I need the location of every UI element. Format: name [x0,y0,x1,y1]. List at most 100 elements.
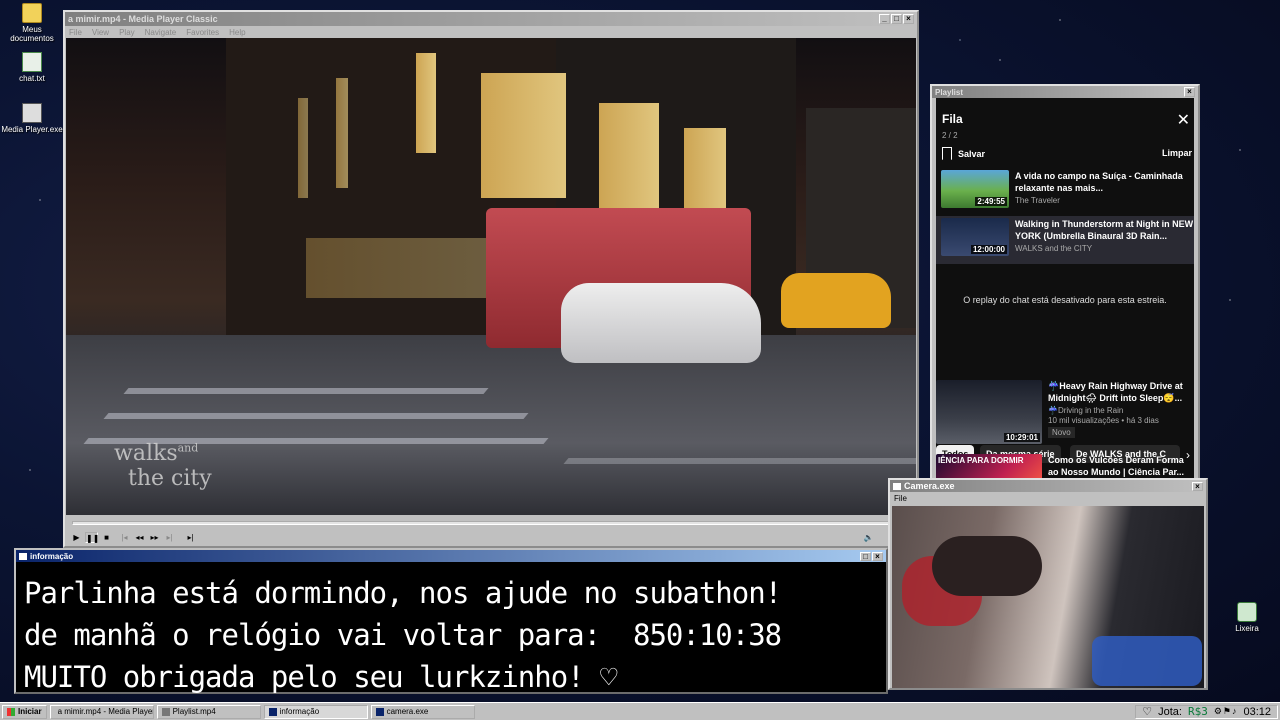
item-title: Walking in Thunderstorm at Night in NEW … [1015,219,1194,241]
menu-view[interactable]: View [92,28,109,37]
frame-step-button[interactable]: ▸| [184,532,197,543]
media-player-titlebar[interactable]: a mimir.mp4 - Media Player Classic _ □ × [65,12,917,26]
system-tray: ♡ Jota: R$3 ⚙⚑♪ 03:12 [1135,704,1278,719]
item-channel: ☔Driving in the Rain [1048,406,1124,415]
save-button[interactable]: Salvar [942,147,985,160]
video-thumbnail: 12:00:00 [941,218,1009,256]
tray-icons[interactable]: ⚙⚑♪ [1214,706,1238,717]
window-icon [19,552,27,560]
menu-play[interactable]: Play [119,28,135,37]
media-player-icon [22,103,42,123]
info-titlebar[interactable]: informação □ × [16,550,886,562]
rewind-button[interactable]: ◂◂ [133,532,146,543]
volume-icon[interactable]: 🔈 [862,532,875,543]
menu-navigate[interactable]: Navigate [145,28,177,37]
media-player-icon [161,707,170,716]
task-label: camera.exe [386,707,429,716]
item-title: ☔Heavy Rain Highway Drive at Midnight🌧 D… [1048,381,1183,403]
camera-titlebar[interactable]: Camera.exe × [890,480,1206,492]
start-button[interactable]: Iniciar [2,704,47,719]
windows-logo-icon [7,707,15,716]
fast-forward-button[interactable]: ▸▸ [148,532,161,543]
task-camera[interactable]: camera.exe [370,704,475,719]
camera-feed [892,506,1204,688]
prev-button[interactable]: |◂ [118,532,131,543]
task-info[interactable]: informação [263,704,368,719]
item-channel: WALKS and the CITY [1015,244,1093,253]
desktop-icon-label: Meus documentos [10,25,54,43]
heart-icon: ♡ [1142,706,1153,718]
close-button[interactable]: × [1184,87,1195,97]
menu-favorites[interactable]: Favorites [186,28,219,37]
menu-help[interactable]: Help [229,28,245,37]
save-label: Salvar [958,148,986,159]
info-window: informação □ × Parlinha está dormindo, no… [14,548,888,694]
tray-label: Jota: [1158,705,1182,718]
window-title: a mimir.mp4 - Media Player Classic [68,14,218,24]
maximize-button[interactable]: □ [891,14,902,24]
desktop-icon-label: chat.txt [19,74,45,83]
play-button[interactable]: ▶ [70,532,83,543]
item-title: Como os Vulcões Deram Forma ao Nosso Mun… [1048,455,1185,477]
task-label: a mimir.mp4 - Media Player... [57,707,154,716]
clock: 03:12 [1243,705,1271,718]
chat-disabled-notice: O replay do chat está desativado para es… [963,295,1167,305]
info-message: Parlinha está dormindo, nos ajude no sub… [24,572,782,698]
info-line-3: MUITO obrigada pelo seu lurkzinho! ♡ [24,660,618,694]
video-thumbnail: IÊNCIA PARA DORMIR [936,454,1042,478]
item-title: A vida no campo na Suíça - Caminhada rel… [1015,171,1183,193]
queue-panel: Fila ✕ 2 / 2 Salvar Limpar 2:49:55 A vid… [936,98,1194,478]
desktop-icon-media-player[interactable]: Media Player.exe [0,103,64,134]
info-line-1: Parlinha está dormindo, nos ajude no sub… [24,576,782,610]
task-label: Playlist.mp4 [172,707,216,716]
bookmark-icon [942,147,952,160]
menu-bar: File [890,492,1206,504]
recycle-bin-icon [1237,602,1257,622]
queue-close-icon[interactable]: ✕ [1177,113,1190,129]
task-label: informação [279,707,320,716]
duration-badge: 12:00:00 [970,245,1007,254]
desktop-icon-my-documents[interactable]: Meus documentos [0,3,64,43]
queue-header: Fila [942,112,963,126]
window-icon [268,707,277,716]
thumbnail-text: IÊNCIA PARA DORMIR [938,456,1024,465]
video-thumbnail: 2:49:55 [941,170,1009,208]
desktop-icon-recycle-bin[interactable]: Lixeira [1215,602,1279,633]
menu-file[interactable]: File [894,494,907,503]
video-thumbnail: 10:29:01 [936,380,1042,444]
menu-file[interactable]: File [69,28,82,37]
minimize-button[interactable]: _ [879,14,890,24]
seek-bar[interactable] [72,521,910,525]
duration-badge: 10:29:01 [1003,433,1040,442]
video-frame[interactable]: walksand the city [66,38,916,515]
stop-button[interactable]: ■ [100,532,113,543]
taskbar: Iniciar a mimir.mp4 - Media Player... Pl… [0,702,1280,720]
window-icon [375,707,384,716]
desktop-icon-label: Lixeira [1235,624,1259,633]
recommendation-item[interactable]: IÊNCIA PARA DORMIR Como os Vulcões Deram… [936,454,1194,478]
close-button[interactable]: × [872,551,883,561]
pause-button[interactable]: ❚❚ [85,532,99,543]
queue-count: 2 / 2 [942,131,958,140]
queue-item[interactable]: 2:49:55 A vida no campo na Suíça - Camin… [941,170,1187,216]
window-title: Playlist [935,87,964,97]
camera-window: Camera.exe × File [888,478,1208,690]
clear-button[interactable]: Limpar [1162,148,1192,158]
task-media-player[interactable]: a mimir.mp4 - Media Player... [49,704,154,719]
desktop-icon-chat-txt[interactable]: chat.txt [0,52,64,83]
new-badge: Novo [1048,427,1075,438]
task-playlist[interactable]: Playlist.mp4 [156,704,261,719]
queue-item-current[interactable]: 12:00:00 Walking in Thunderstorm at Nigh… [936,216,1194,264]
recommendation-item[interactable]: 10:29:01 ☔Heavy Rain Highway Drive at Mi… [936,380,1194,450]
tray-currency: R$3 [1187,705,1208,718]
close-button[interactable]: × [903,14,914,24]
folder-icon [22,3,42,23]
player-controls: ▶ ❚❚ ■ |◂ ◂◂ ▸▸ ▸| ▸| 🔈 [66,516,916,546]
playlist-titlebar[interactable]: Playlist × [932,86,1198,98]
info-line-2: de manhã o relógio vai voltar para: 850:… [24,618,782,652]
window-icon [893,482,901,490]
maximize-button[interactable]: □ [860,551,871,561]
close-button[interactable]: × [1192,481,1203,491]
item-meta: 10 mil visualizações • há 3 dias [1048,416,1159,425]
next-button[interactable]: ▸| [163,532,176,543]
